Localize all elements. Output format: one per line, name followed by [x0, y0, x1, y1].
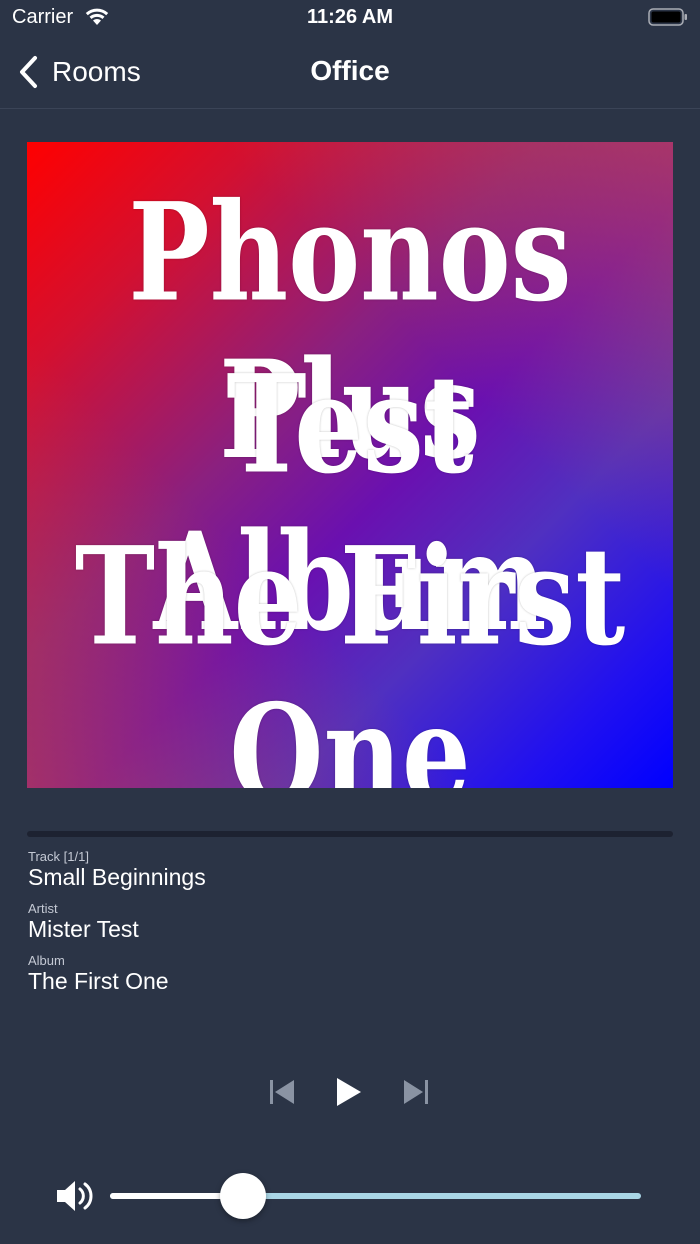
- back-label: Rooms: [52, 56, 141, 87]
- speaker-icon: [57, 1181, 93, 1211]
- playback-controls: [0, 1070, 700, 1114]
- navigation-bar: Rooms Office: [0, 36, 700, 109]
- play-button[interactable]: [326, 1070, 370, 1114]
- artwork-text-line: The First One: [74, 518, 626, 789]
- artist-label: Artist: [28, 901, 58, 916]
- track-label: Track [1/1]: [28, 849, 89, 864]
- back-button[interactable]: Rooms: [18, 52, 141, 92]
- album-info: Album The First One: [28, 953, 169, 995]
- chevron-left-icon: [20, 56, 37, 88]
- track-title: Small Beginnings: [28, 864, 206, 890]
- artist-info: Artist Mister Test: [28, 901, 139, 943]
- volume-slider[interactable]: [110, 1173, 641, 1219]
- status-bar: Carrier 11:26 AM: [0, 0, 700, 36]
- clock: 11:26 AM: [307, 6, 393, 28]
- volume-thumb[interactable]: [219, 1173, 266, 1219]
- album-label: Album: [28, 953, 65, 968]
- next-track-button[interactable]: [394, 1070, 438, 1114]
- play-icon: [337, 1078, 361, 1106]
- album-artwork: Phonos Plus Test Album The First One: [27, 142, 673, 788]
- next-icon: [404, 1080, 428, 1104]
- track-progress-bar[interactable]: [27, 831, 673, 837]
- track-info: Track [1/1] Small Beginnings: [28, 849, 206, 891]
- album-name: The First One: [28, 968, 169, 994]
- previous-icon: [270, 1080, 294, 1104]
- previous-track-button[interactable]: [260, 1070, 304, 1114]
- artist-name: Mister Test: [28, 916, 139, 942]
- battery-icon: [648, 8, 687, 26]
